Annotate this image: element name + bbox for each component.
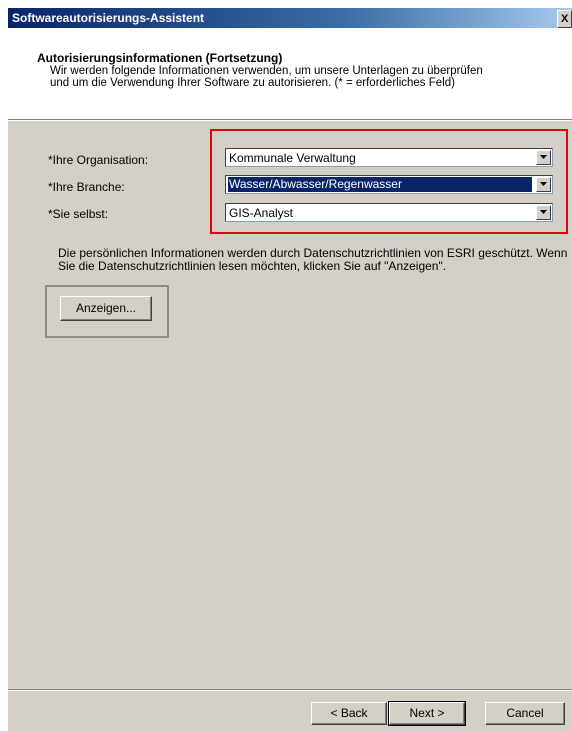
highlight-box xyxy=(210,129,568,234)
window-title: Softwareautorisierungs-Assistent xyxy=(12,11,205,25)
header-divider xyxy=(8,120,572,121)
next-button[interactable]: Next > xyxy=(388,701,466,726)
wizard-window: Softwareautorisierungs-Assistent X Autor… xyxy=(8,8,572,731)
close-icon: X xyxy=(561,13,569,25)
selbst-label: *Sie selbst: xyxy=(48,207,109,221)
page-description: Wir werden folgende Informationen verwen… xyxy=(50,65,483,89)
page-title: Autorisierungsinformationen (Fortsetzung… xyxy=(37,51,283,65)
header-panel: Autorisierungsinformationen (Fortsetzung… xyxy=(8,28,572,120)
back-button[interactable]: < Back xyxy=(311,702,387,725)
organisation-label: *Ihre Organisation: xyxy=(48,153,149,167)
privacy-info-text: Die persönlichen Informationen werden du… xyxy=(58,246,568,273)
title-bar: Softwareautorisierungs-Assistent X xyxy=(8,8,572,28)
cancel-button[interactable]: Cancel xyxy=(485,702,565,725)
anzeigen-button[interactable]: Anzeigen... xyxy=(60,296,152,321)
close-button[interactable]: X xyxy=(557,10,572,28)
branche-label: *Ihre Branche: xyxy=(48,180,125,194)
footer-divider-light xyxy=(8,690,572,691)
